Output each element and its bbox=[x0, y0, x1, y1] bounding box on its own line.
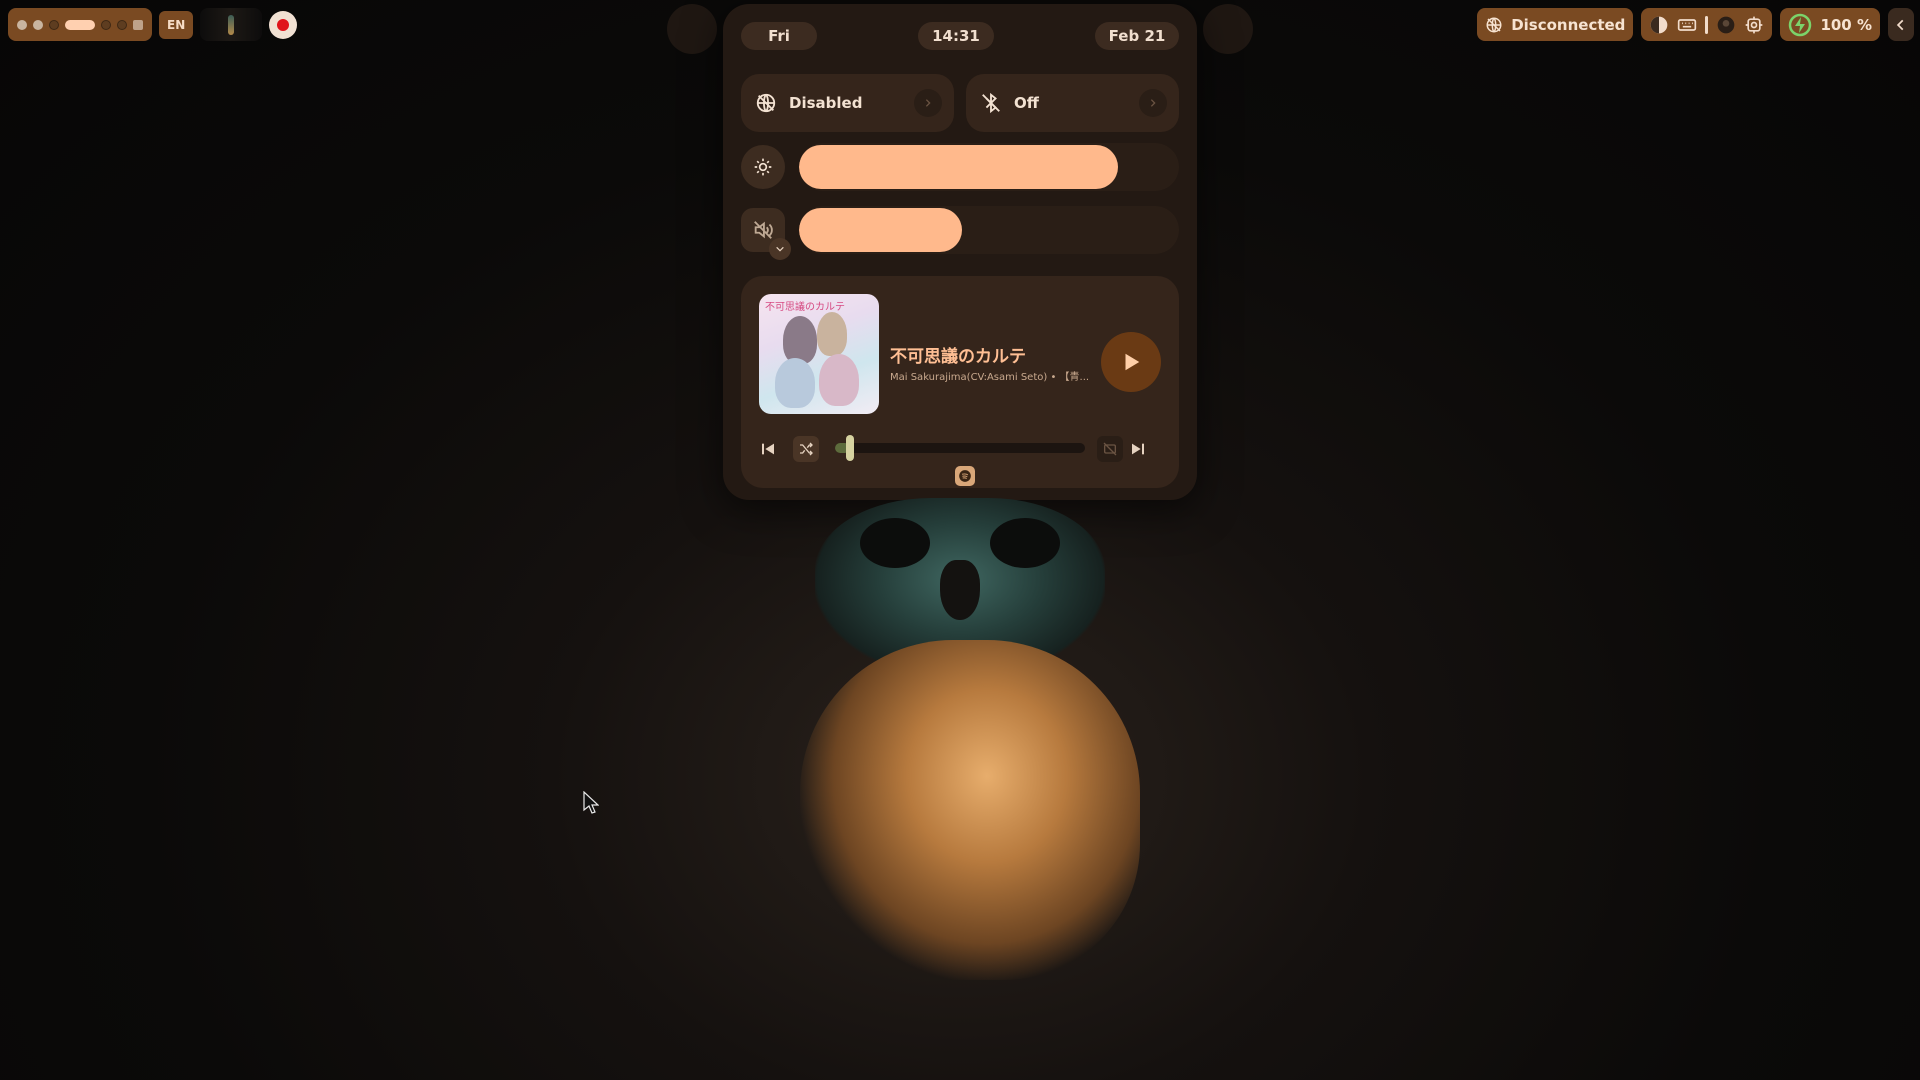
workspace-5[interactable] bbox=[101, 19, 111, 30]
panel-corner-right bbox=[1203, 4, 1253, 54]
workspace-active[interactable] bbox=[65, 19, 95, 30]
previous-button[interactable] bbox=[755, 436, 781, 462]
brightness-slider-row bbox=[741, 143, 1179, 191]
bluetooth-toggle[interactable]: Off bbox=[966, 74, 1179, 132]
volume-slider[interactable] bbox=[799, 206, 1179, 254]
chevron-down-icon bbox=[776, 246, 784, 252]
brightness-fill bbox=[799, 145, 1119, 189]
volume-fill bbox=[799, 208, 963, 252]
cover-figure bbox=[783, 316, 817, 364]
network-chip[interactable]: Disconnected bbox=[1477, 8, 1634, 41]
loop-button[interactable] bbox=[1097, 436, 1123, 462]
tray-separator bbox=[1705, 15, 1709, 34]
bluetooth-off-icon bbox=[982, 92, 1000, 114]
skull-eye-socket bbox=[860, 518, 930, 568]
collapse-button[interactable] bbox=[1888, 8, 1914, 41]
bluetooth-details-button[interactable] bbox=[1139, 89, 1167, 117]
mute-button[interactable] bbox=[741, 208, 791, 260]
brightness-button[interactable] bbox=[741, 145, 785, 189]
volume-slider-row bbox=[741, 206, 1179, 260]
shuffle-button[interactable] bbox=[793, 436, 819, 462]
player-source-button[interactable] bbox=[955, 466, 975, 486]
network-status: Disconnected bbox=[1511, 15, 1626, 34]
topbar-left: EN bbox=[8, 8, 298, 41]
window-thumbnail[interactable] bbox=[200, 8, 263, 41]
night-light-icon[interactable] bbox=[1649, 15, 1669, 35]
track-artist: Mai Sakurajima(CV:Asami Seto) • 【青... bbox=[890, 372, 1090, 383]
date-row: Fri 14:31 Feb 21 bbox=[741, 22, 1179, 50]
workspace-2[interactable] bbox=[33, 19, 43, 30]
bluetooth-toggle-label: Off bbox=[1014, 94, 1039, 112]
playback-progress[interactable] bbox=[835, 435, 1085, 461]
quick-toggles: Disabled Off bbox=[741, 74, 1179, 132]
topbar-right: Disconnected 100 % bbox=[1477, 8, 1914, 41]
play-button[interactable] bbox=[1101, 332, 1161, 392]
cover-figure bbox=[817, 312, 847, 356]
record-icon bbox=[277, 18, 290, 31]
system-tray bbox=[1641, 8, 1773, 41]
workspace-indicator[interactable] bbox=[8, 8, 152, 41]
skull-eye-socket bbox=[990, 518, 1060, 568]
network-off-icon bbox=[756, 93, 776, 113]
microphone-icon[interactable] bbox=[1716, 15, 1736, 35]
record-button[interactable] bbox=[269, 10, 298, 39]
brightness-icon bbox=[754, 158, 772, 176]
network-off-icon bbox=[1486, 17, 1502, 32]
skip-next-icon bbox=[1132, 443, 1144, 455]
skull-nose bbox=[940, 560, 980, 620]
play-icon bbox=[1125, 353, 1140, 371]
workspace-7[interactable] bbox=[133, 19, 143, 30]
workspace-3[interactable] bbox=[49, 19, 59, 30]
battery-charging-icon bbox=[1789, 13, 1812, 36]
keyboard-icon[interactable] bbox=[1677, 15, 1697, 35]
battery-chip[interactable]: 100 % bbox=[1780, 8, 1880, 41]
keyboard-layout[interactable]: EN bbox=[159, 10, 194, 39]
settings-icon[interactable] bbox=[1744, 15, 1764, 35]
chevron-right-icon bbox=[925, 99, 931, 107]
chevron-right-icon bbox=[1150, 99, 1156, 107]
media-player: 不可思議のカルテ 不可思議のカルテ Mai Sakurajima(CV:Asam… bbox=[741, 276, 1179, 488]
wallpaper-face bbox=[800, 640, 1140, 980]
track-title: 不可思議のカルテ bbox=[890, 347, 1026, 367]
panel-corner-left bbox=[667, 4, 717, 54]
cover-figure bbox=[775, 358, 815, 408]
brightness-slider[interactable] bbox=[799, 143, 1179, 191]
playback-progress-knob[interactable] bbox=[846, 435, 854, 461]
repeat-off-icon bbox=[1103, 442, 1117, 456]
time-label: 14:31 bbox=[918, 22, 994, 50]
network-details-button[interactable] bbox=[914, 89, 942, 117]
date-label: Feb 21 bbox=[1095, 22, 1179, 50]
network-toggle[interactable]: Disabled bbox=[741, 74, 954, 132]
cover-figure bbox=[819, 354, 859, 406]
album-cover-title: 不可思議のカルテ bbox=[765, 302, 845, 313]
mouse-cursor-icon bbox=[583, 791, 599, 814]
day-label: Fri bbox=[741, 22, 817, 50]
quick-settings-panel: Fri 14:31 Feb 21 Disabled Off 不可思議のカルテ 不… bbox=[723, 4, 1197, 500]
spotify-icon bbox=[959, 470, 971, 482]
workspace-6[interactable] bbox=[117, 19, 127, 30]
volume-muted-icon bbox=[754, 221, 773, 239]
skip-previous-icon bbox=[762, 443, 774, 455]
audio-device-button[interactable] bbox=[769, 238, 791, 260]
shuffle-icon bbox=[800, 442, 813, 456]
next-button[interactable] bbox=[1125, 436, 1151, 462]
network-toggle-label: Disabled bbox=[789, 94, 863, 112]
album-cover: 不可思議のカルテ bbox=[759, 294, 879, 414]
chevron-left-icon bbox=[1896, 19, 1904, 30]
battery-percent: 100 % bbox=[1820, 15, 1872, 34]
workspace-1[interactable] bbox=[17, 19, 27, 30]
